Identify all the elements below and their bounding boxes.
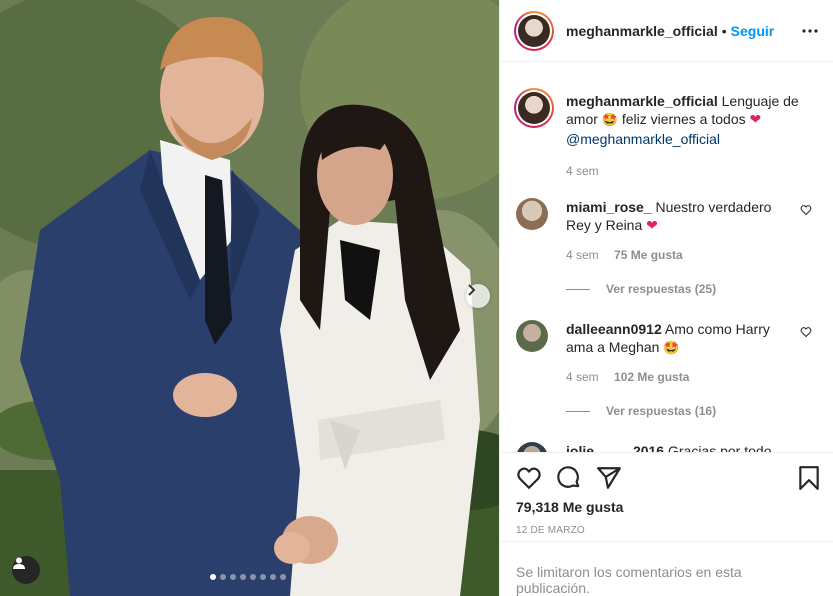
commenter-avatar[interactable] (516, 320, 548, 352)
comment-text: dalleeann0912 Amo como Harry ama a Megha… (566, 320, 786, 358)
carousel-dot (220, 574, 226, 580)
more-icon[interactable] (801, 22, 819, 40)
post-date[interactable]: 12 DE MARZO (516, 525, 585, 536)
view-replies-button[interactable]: Ver respuestas (25) (566, 282, 716, 296)
comment-text: miami_rose_ Nuestro verdadero Rey y Rein… (566, 198, 786, 235)
carousel-dot (260, 574, 266, 580)
share-icon[interactable] (596, 465, 622, 491)
view-replies-button[interactable]: Ver respuestas (16) (566, 404, 716, 418)
carousel-dot (240, 574, 246, 580)
view-replies-label: Ver respuestas (16) (606, 404, 717, 418)
user-tag-icon (13, 557, 25, 569)
view-replies-label: Ver respuestas (25) (606, 282, 717, 296)
tagged-users-button[interactable] (12, 556, 40, 584)
heart-icon[interactable] (800, 204, 812, 216)
caption-username[interactable]: meghanmarkle_official (566, 93, 718, 109)
carousel-indicator (210, 574, 286, 580)
comment-icon[interactable] (556, 465, 582, 491)
star-eyes-emoji: 🤩 (663, 341, 680, 356)
header-separator: • (721, 22, 727, 39)
comment-time: 4 sem (566, 248, 599, 262)
caption-mention[interactable]: @meghanmarkle_official (566, 131, 720, 147)
caption-avatar[interactable] (514, 88, 554, 128)
bookmark-icon[interactable] (796, 465, 822, 491)
carousel-dot (250, 574, 256, 580)
comment-meta: 4 sem 75 Me gusta (566, 248, 683, 262)
comments-list[interactable]: meghanmarkle_official Lenguaje de amor 🤩… (500, 62, 833, 452)
chevron-right-icon (468, 284, 476, 296)
caption-time: 4 sem (566, 164, 599, 178)
comments-limited-notice: Se limitaron los comentarios en esta pub… (500, 541, 833, 596)
commenter-username[interactable]: jolie_____2016 (566, 443, 664, 452)
post-side-panel: meghanmarkle_official • Seguir meghanmar… (499, 0, 833, 596)
heart-emoji: ❤ (749, 112, 762, 128)
author-avatar[interactable] (514, 10, 554, 51)
comment-likes[interactable]: 102 Me gusta (614, 370, 689, 384)
comment-likes[interactable]: 75 Me gusta (614, 248, 683, 262)
heart-icon[interactable] (516, 465, 542, 491)
next-photo-button[interactable] (466, 284, 490, 308)
heart-emoji: ❤ (646, 218, 658, 234)
like-count[interactable]: 79,318 Me gusta (516, 499, 623, 515)
comment-meta: 4 sem 102 Me gusta (566, 370, 689, 384)
heart-icon[interactable] (800, 326, 812, 338)
carousel-dot (230, 574, 236, 580)
commenter-avatar[interactable] (516, 442, 548, 452)
carousel-dot (270, 574, 276, 580)
follow-button[interactable]: Seguir (731, 23, 775, 39)
carousel-dot (210, 574, 216, 580)
commenter-username[interactable]: dalleeann0912 (566, 321, 662, 337)
post-actions: 79,318 Me gusta 12 DE MARZO Se limitaron… (500, 452, 833, 596)
caption-text: meghanmarkle_official Lenguaje de amor 🤩… (566, 92, 818, 180)
author-username[interactable]: meghanmarkle_official (566, 23, 718, 39)
post-photo[interactable] (0, 0, 499, 596)
commenter-avatar[interactable] (516, 198, 548, 230)
commenter-username[interactable]: miami_rose_ (566, 199, 652, 215)
comment-time: 4 sem (566, 370, 599, 384)
caption-text-part2: feliz viernes a todos (621, 111, 746, 127)
carousel-dot (280, 574, 286, 580)
post-header: meghanmarkle_official • Seguir (500, 0, 833, 62)
comment-text: jolie_____2016 Gracias por todo lo hermo… (566, 442, 786, 452)
photo-illustration (0, 0, 499, 596)
star-eyes-emoji: 🤩 (601, 113, 618, 128)
